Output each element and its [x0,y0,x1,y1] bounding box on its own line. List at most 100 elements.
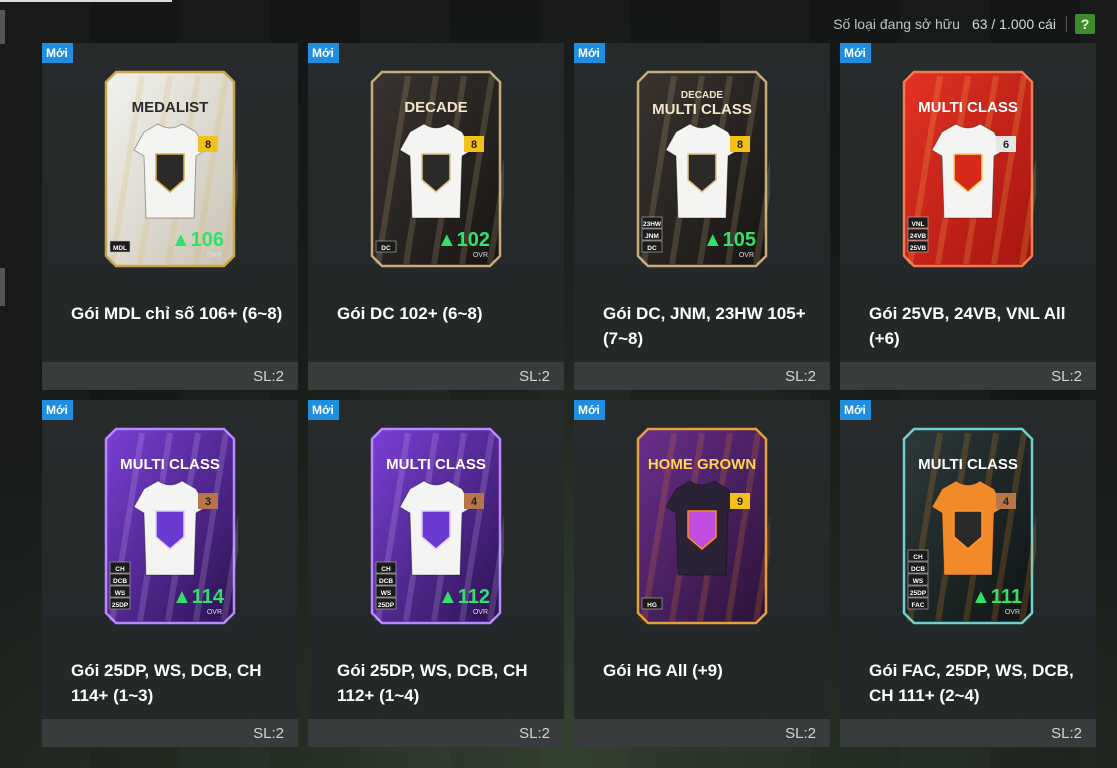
grade-value: 6 [1003,139,1009,151]
ovr-value: ▲105 [703,229,756,251]
card-title: MULTI CLASS [386,456,486,473]
grade-value: 9 [737,496,743,508]
pack-card-image: DECADE MULTI CLASS 8 23HW JNM DC ▲105 OVR [634,68,770,270]
new-badge: Mới [42,400,73,420]
season-tag-label: 25VB [910,245,927,252]
pack-card-svg: MULTI CLASS 3 CH DCB WS 25DP ▲114OVR [104,427,238,625]
ovr-label: OVR [473,609,488,616]
quantity-label: SL:2 [785,724,816,742]
new-badge: Mới [308,43,339,63]
season-tag-label: WS [381,590,392,597]
pack-name: Gói 25VB, 24VB, VNL All (+6) [869,304,1066,348]
quantity-bar: SL:2 [42,719,298,747]
card-title: MULTI CLASS [652,101,752,118]
owned-types-label: Số loại đang sở hữu [833,16,960,32]
pack-card-svg: DECADEMULTI CLASS 8 23HW JNM DC ▲105OVR [636,70,770,268]
quantity-bar: SL:2 [308,362,564,390]
ovr-value: ▲106 [171,229,224,251]
pack-card-svg: HOME GROWN 9 HG [636,427,770,625]
season-tag-label: 25DP [378,602,395,609]
pack-name: Gói MDL chỉ số 106+ (6~8) [71,304,283,323]
quantity-label: SL:2 [785,367,816,385]
ovr-value: ▲112 [438,586,490,608]
pack-card-image: HOME GROWN 9 HG [634,425,770,627]
quantity-bar: SL:2 [574,719,830,747]
season-tag-label: HG [647,602,657,609]
top-divider [0,0,172,2]
ovr-value: ▲114 [172,586,225,608]
quantity-label: SL:2 [253,367,284,385]
help-button[interactable]: ? [1075,14,1095,34]
card-title: MEDALIST [132,99,209,116]
card-title: MULTI CLASS [918,456,1018,473]
left-edge-tab-2 [0,268,5,306]
pack-card-svg: DECADE 8 DC ▲102OVR [370,70,504,268]
pack-card[interactable]: Mới DECADE MULTI CLASS 8 23HW JNM DC ▲105 OVR G… [574,43,830,390]
pack-name: Gói 25DP, WS, DCB, CH 112+ (1~4) [337,661,528,705]
header-divider [1066,16,1067,32]
season-tag-label: DC [381,245,391,252]
pack-card[interactable]: Mới HOME GROWN 9 HG Gói HG All (+9) SL:2 [574,400,830,747]
season-tag-label: DCB [113,578,127,585]
grade-value: 3 [205,496,211,508]
ovr-value: ▲111 [971,586,1022,608]
new-badge: Mới [840,400,871,420]
left-edge-tab [0,10,5,44]
new-badge: Mới [574,43,605,63]
pack-name: Gói 25DP, WS, DCB, CH 114+ (1~3) [71,661,262,705]
pack-card-svg: MULTI CLASS 6 VNL 24VB 25VB [902,70,1036,268]
card-title: MULTI CLASS [918,99,1018,116]
quantity-label: SL:2 [253,724,284,742]
pack-name: Gói FAC, 25DP, WS, DCB, CH 111+ (2~4) [869,661,1074,705]
new-badge: Mới [308,400,339,420]
ovr-label: OVR [207,252,222,259]
quantity-label: SL:2 [1051,724,1082,742]
quantity-label: SL:2 [1051,367,1082,385]
pack-card-image: MULTI CLASS 3 CH DCB WS 25DP ▲114 OVR [102,425,238,627]
inventory-header: Số loại đang sở hữu 63 / 1.000 cái ? [833,13,1095,35]
pack-card-svg: MULTI CLASS 4 CH DCB WS 25DP FAC ▲111OVR [902,427,1036,625]
pack-card[interactable]: Mới MULTI CLASS 3 CH DCB WS 25DP ▲114 OVR Gói 2… [42,400,298,747]
quantity-bar: SL:2 [308,719,564,747]
ovr-label: OVR [1005,609,1020,616]
pack-card[interactable]: Mới MULTI CLASS 4 CH DCB WS 25DP ▲112 OVR Gói 2… [308,400,564,747]
pack-card[interactable]: Mới MULTI CLASS 6 VNL 24VB 25VB Gói 25VB, 24… [840,43,1096,390]
grade-value: 8 [205,139,211,151]
season-tag-label: FAC [912,602,925,609]
pack-card[interactable]: Mới MEDALIST 8 MDL ▲106 OVR Gói MDL chỉ số 1… [42,43,298,390]
pack-card-svg: MULTI CLASS 4 CH DCB WS 25DP ▲112OVR [370,427,504,625]
quantity-label: SL:2 [519,367,550,385]
pack-card-image: MEDALIST 8 MDL ▲106 OVR [102,68,238,270]
pack-card[interactable]: Mới DECADE 8 DC ▲102 OVR Gói DC 102+ (6~8) S… [308,43,564,390]
season-tag-label: DCB [911,566,925,573]
card-title: MULTI CLASS [120,456,220,473]
season-tag-label: DCB [379,578,393,585]
card-title: HOME GROWN [648,456,756,473]
grade-value: 8 [471,139,477,151]
season-tag-label: 25DP [910,590,927,597]
season-tag-label: DC [647,245,657,252]
ovr-label: OVR [739,252,754,259]
new-badge: Mới [840,43,871,63]
pack-card-svg: MEDALIST 8 MDL ▲106OVR [104,70,238,268]
season-tag-label: CH [115,566,125,573]
season-tag-label: CH [913,554,923,561]
pack-name: Gói HG All (+9) [603,661,723,680]
ovr-label: OVR [207,609,222,616]
ovr-value: ▲102 [437,229,490,251]
season-tag-label: 25DP [112,602,129,609]
season-tag-label: CH [381,566,391,573]
owned-types-count: 63 / 1.000 cái [971,16,1056,32]
new-badge: Mới [42,43,73,63]
quantity-bar: SL:2 [42,362,298,390]
pack-card-image: DECADE 8 DC ▲102 OVR [368,68,504,270]
new-badge: Mới [574,400,605,420]
pack-name: Gói DC, JNM, 23HW 105+ (7~8) [603,304,806,348]
season-tag-label: WS [115,590,126,597]
pack-card-image: MULTI CLASS 4 CH DCB WS 25DP FAC ▲111 OVR [900,425,1036,627]
quantity-label: SL:2 [519,724,550,742]
pack-card[interactable]: Mới MULTI CLASS 4 CH DCB WS 25DP FAC ▲111 OVR Gó… [840,400,1096,747]
season-tag-label: 23HW [643,221,662,228]
season-tag-label: MDL [113,245,127,252]
quantity-bar: SL:2 [840,719,1096,747]
